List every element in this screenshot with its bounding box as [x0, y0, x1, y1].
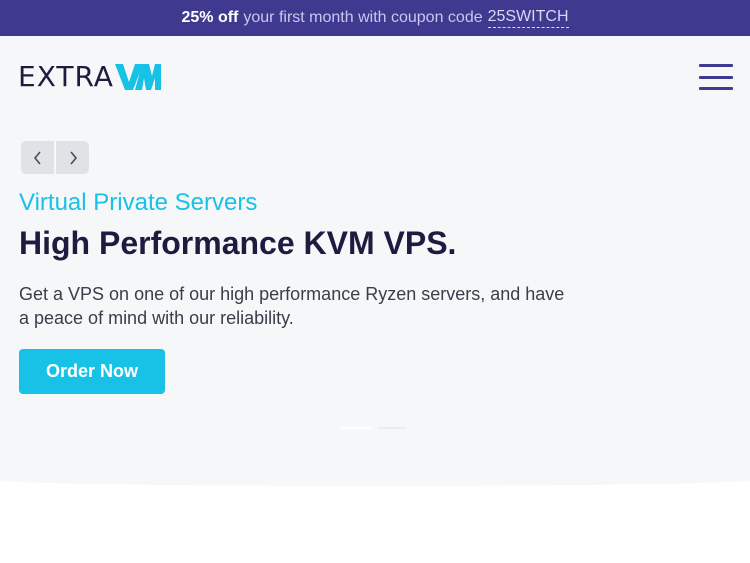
- menu-line: [699, 87, 733, 90]
- carousel-prev-button[interactable]: [21, 141, 54, 174]
- chevron-right-icon: [69, 150, 77, 165]
- hero-subtitle: Virtual Private Servers: [19, 189, 258, 216]
- menu-line: [699, 75, 733, 79]
- carousel-dot-2[interactable]: [377, 427, 407, 429]
- promo-text: your first month with coupon code: [243, 9, 483, 26]
- promo-discount: 25% off: [181, 9, 239, 26]
- carousel-dot-1[interactable]: [341, 427, 371, 429]
- brand-name: EXTRA: [18, 60, 114, 93]
- carousel-pagination: [341, 427, 407, 429]
- promo-coupon-code[interactable]: 25SWITCH: [487, 8, 569, 28]
- vm-logo-mark-icon: [114, 64, 161, 90]
- hero-headline: High Performance KVM VPS.: [19, 225, 457, 261]
- menu-line: [699, 64, 733, 67]
- promo-banner: 25% off your first month with coupon cod…: [0, 0, 750, 36]
- carousel-next-button[interactable]: [56, 141, 89, 174]
- order-now-button[interactable]: Order Now: [19, 349, 165, 394]
- hero-description: Get a VPS on one of our high performance…: [19, 284, 565, 328]
- hamburger-menu-icon[interactable]: [699, 64, 733, 90]
- brand-logo[interactable]: EXTRA: [18, 62, 161, 92]
- carousel-controls: [21, 141, 89, 174]
- chevron-left-icon: [33, 150, 41, 165]
